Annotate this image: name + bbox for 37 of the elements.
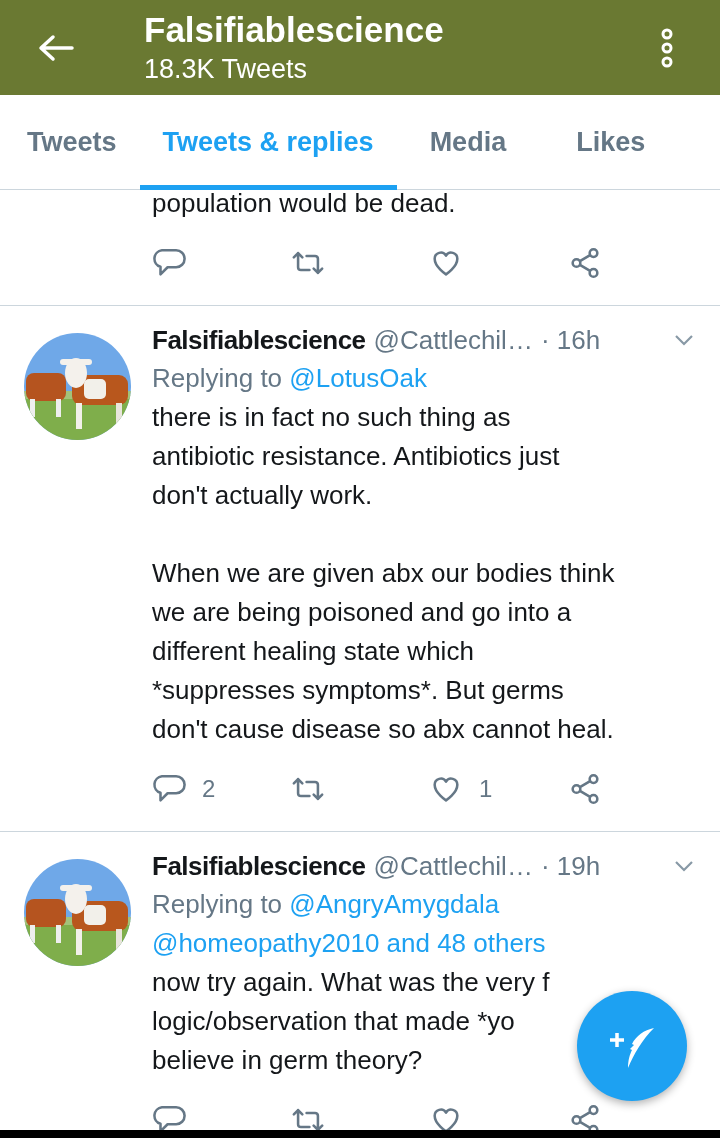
caret-icon[interactable] — [674, 334, 694, 346]
more-options-icon[interactable] — [660, 27, 674, 68]
mention-link[interactable]: @LotusOak — [289, 363, 427, 393]
tweet-text: believe in germ theory? — [152, 1044, 423, 1077]
author-handle: @Cattlechil… — [373, 324, 533, 356]
author-name: Falsifiablescience — [152, 850, 366, 882]
tweet-text: logic/observation that made *yo — [152, 1005, 515, 1038]
mention-link[interactable]: @AngryAmygdala — [289, 889, 500, 919]
mention-link[interactable]: @homeopathy2010 and 48 others — [152, 928, 546, 958]
profile-name: Falsifiablescience — [144, 10, 445, 49]
tweet-text: *suppresses symptoms*. But germs — [152, 674, 564, 707]
tweet-time: · 16h — [540, 324, 601, 356]
tweet-text: population would be dead. — [152, 190, 456, 220]
tweet-text: antibiotic resistance. Antibiotics just — [152, 440, 560, 473]
tweet-time: · 19h — [540, 850, 601, 882]
replying-label: Replying to — [152, 363, 283, 393]
tweet-text: don't cause disease so abx cannot heal. — [152, 713, 614, 746]
tweet-text: don't actually work. — [152, 479, 373, 512]
reply-icon[interactable] — [152, 1103, 186, 1130]
tweet-text: different healing state which — [152, 635, 474, 668]
tweet-text: When we are given abx our bodies think — [152, 557, 615, 590]
tweet-count: 18.3K Tweets — [144, 52, 309, 85]
author-handle: @Cattlechil… — [373, 850, 533, 882]
tab[interactable]: Likes — [553, 95, 669, 190]
tab[interactable]: Media — [406, 95, 530, 190]
action-count: 1 — [479, 775, 493, 803]
author-name: Falsifiablescience — [152, 324, 366, 356]
tweet-text: there is in fact no such thing as — [152, 401, 511, 434]
tweet-text: we are being poisoned and go into a — [152, 596, 572, 629]
action-count: 2 — [202, 775, 216, 803]
tweet-text: now try again. What was the very f — [152, 966, 550, 999]
compose-button[interactable] — [577, 991, 687, 1101]
tab[interactable]: Tweets — [4, 95, 140, 190]
replying-label: Replying to — [152, 889, 283, 919]
back-arrow-icon[interactable] — [38, 33, 74, 62]
caret-icon[interactable] — [674, 860, 694, 872]
tab[interactable]: Tweets & replies — [139, 95, 397, 190]
